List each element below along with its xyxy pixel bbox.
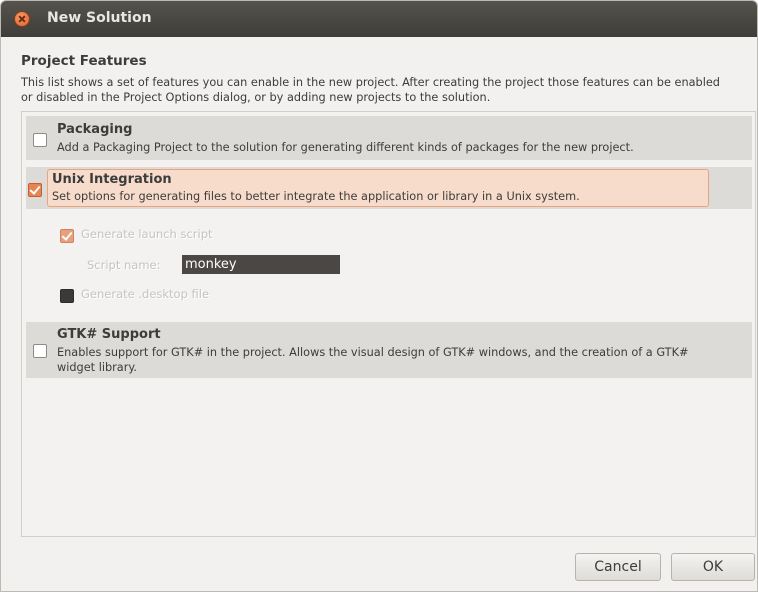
launch-script-label: Generate launch script	[81, 227, 213, 241]
cancel-button[interactable]: Cancel	[575, 553, 661, 581]
feature-row-packaging[interactable]: Packaging Add a Packaging Project to the…	[26, 116, 752, 160]
script-name-label: Script name:	[87, 258, 161, 272]
feature-row-gtk-support[interactable]: GTK# Support Enables support for GTK# in…	[26, 322, 752, 378]
title-bar: New Solution	[1, 1, 757, 37]
feature-title: Unix Integration	[52, 172, 172, 187]
section-title: Project Features	[21, 53, 147, 69]
feature-title: Packaging	[57, 122, 133, 137]
ok-button[interactable]: OK	[671, 553, 755, 581]
feature-row-unix-integration[interactable]: Unix Integration Set options for generat…	[28, 169, 709, 207]
feature-description: Set options for generating files to bett…	[52, 190, 580, 203]
feature-description: Add a Packaging Project to the solution …	[57, 141, 634, 154]
script-name-input[interactable]	[182, 255, 340, 274]
feature-title: GTK# Support	[57, 327, 161, 342]
packaging-checkbox[interactable]	[33, 133, 47, 147]
gtk-support-checkbox[interactable]	[33, 344, 47, 358]
new-solution-dialog: New Solution Project Features This list …	[0, 0, 758, 592]
close-icon[interactable]	[15, 12, 29, 26]
section-description: This list shows a set of features you ca…	[21, 76, 720, 104]
feature-description: Enables support for GTK# in the project.…	[57, 346, 689, 374]
desktop-file-label: Generate .desktop file	[81, 287, 210, 301]
launch-script-checkbox[interactable]	[60, 229, 74, 243]
feature-list: Packaging Add a Packaging Project to the…	[21, 111, 756, 537]
unix-integration-checkbox[interactable]	[28, 183, 42, 197]
window-title: New Solution	[47, 10, 152, 26]
desktop-file-checkbox[interactable]	[60, 289, 74, 303]
